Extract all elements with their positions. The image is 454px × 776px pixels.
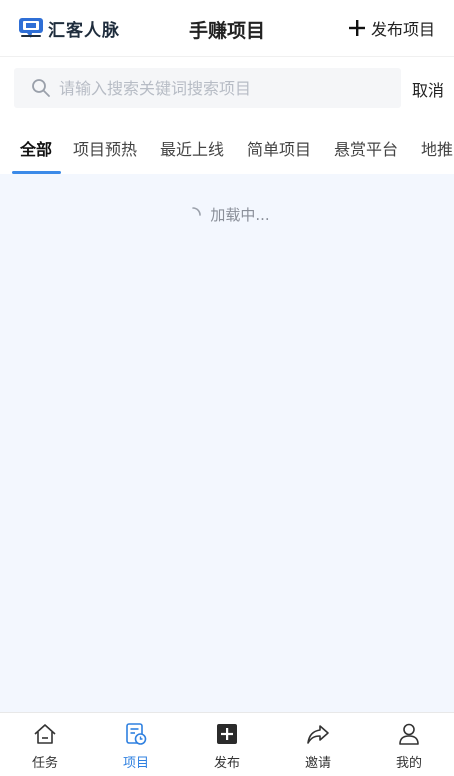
home-icon [34,724,56,744]
project-list-area: 加载中... [0,174,454,712]
plus-icon [348,20,365,36]
bottom-nav: 任务 项目 发布 邀请 我的 [0,712,454,776]
tab-simple[interactable]: 简单项目 [247,136,311,160]
loading-text: 加载中... [210,206,270,224]
search-bar: 取消 [0,68,454,108]
nav-tasks-label: 任务 [31,756,58,771]
search-box[interactable] [14,68,401,108]
nav-tasks[interactable]: 任务 [0,713,90,776]
share-icon [307,725,329,744]
tab-all[interactable]: 全部 [20,136,52,160]
spinner-icon [192,206,202,216]
nav-mine-label: 我的 [395,756,422,771]
cancel-button[interactable]: 取消 [412,77,444,101]
app-logo: 汇客人脉 [18,14,120,42]
publish-icon [217,724,237,744]
nav-publish-label: 发布 [213,756,240,771]
nav-invite[interactable]: 邀请 [273,713,363,776]
nav-publish[interactable]: 发布 [182,713,272,776]
publish-project-label: 发布项目 [370,20,435,39]
tab-recent[interactable]: 最近上线 [160,136,224,160]
nav-invite-label: 邀请 [304,756,331,771]
top-header: 汇客人脉 手赚项目 发布项目 [0,0,454,57]
project-icon [126,723,147,745]
tab-preheat[interactable]: 项目预热 [73,136,137,160]
publish-project-button[interactable]: 发布项目 [348,14,435,42]
nav-mine[interactable]: 我的 [364,713,454,776]
nav-projects[interactable]: 项目 [91,713,181,776]
tab-ground-promotion[interactable]: 地推 [421,136,453,160]
chat-logo-icon [19,18,43,38]
loading-indicator: 加载中... [0,204,454,225]
search-input[interactable] [57,77,381,99]
search-icon [32,79,50,97]
tab-reward-platform[interactable]: 悬赏平台 [334,136,398,160]
user-icon [399,723,419,745]
nav-projects-label: 项目 [122,756,149,771]
logo-text: 汇客人脉 [48,20,120,41]
category-tabs: 全部 项目预热 最近上线 简单项目 悬赏平台 地推 [0,122,454,174]
